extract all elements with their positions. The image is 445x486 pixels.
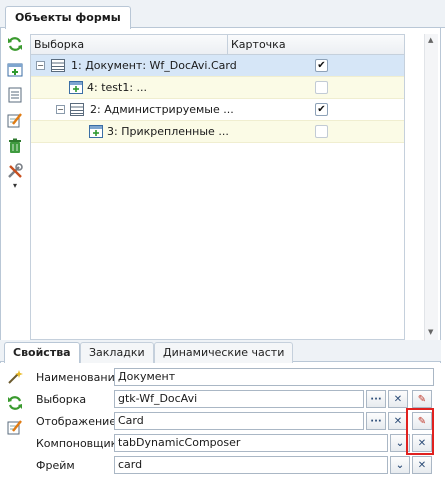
refresh-icon[interactable] [6,35,24,53]
tree-row[interactable]: − 2: Администрируемые ... ✔ [31,99,404,121]
edit-icon[interactable] [6,111,24,129]
display-clear-button[interactable]: ✕ [388,412,408,430]
refresh-icon[interactable] [7,395,23,414]
selection-clear-button[interactable]: ✕ [388,390,408,408]
clear-icon: ✕ [393,393,403,405]
column-header-selection[interactable]: Выборка [34,38,84,51]
grid-header: Выборка Карточка [31,35,404,55]
frame-clear-button[interactable]: ✕ [412,456,432,474]
selection-edit-button[interactable]: ✎ [412,390,432,408]
table-node-icon [51,59,65,72]
frame-dropdown-button[interactable]: ⌄ [390,456,410,474]
name-field[interactable]: Документ [114,368,434,386]
tab-bookmarks[interactable]: Закладки [80,342,154,363]
display-ellipsis-button[interactable]: ··· [366,412,386,430]
tree-row-label: 3: Прикрепленные ... [107,125,229,138]
card-checkbox[interactable] [315,81,328,94]
subselection-node-icon [69,81,83,94]
scroll-up-icon[interactable]: ▲ [428,36,433,44]
composer-label: Компоновщик [36,437,118,450]
clear-icon: ✕ [417,459,427,471]
composer-select[interactable]: tabDynamicComposer [114,434,388,452]
display-field[interactable]: Card [114,412,364,430]
tree-grid: Выборка Карточка − 1: Документ: Wf_DocAv… [30,34,405,340]
tab-dynamic-parts[interactable]: Динамические части [154,342,294,363]
highlight-box [406,408,434,455]
chevron-down-icon: ⌄ [395,437,405,449]
tree-row[interactable]: 4: test1: ... [31,77,404,99]
column-header-card[interactable]: Карточка [231,38,286,51]
selection-field[interactable]: gtk-Wf_DocAvi [114,390,364,408]
table-node-icon [70,103,84,116]
chevron-down-icon: ⌄ [395,459,405,471]
tab-properties[interactable]: Свойства [4,342,80,364]
selection-label: Выборка [36,393,87,406]
magic-wand-icon[interactable] [7,369,23,388]
edit-icon[interactable] [7,419,23,438]
tree-row-label: 4: test1: ... [87,81,148,94]
check-mark-icon: ✔ [317,103,326,115]
tools-icon[interactable] [6,162,24,180]
selection-ellipsis-button[interactable]: ··· [366,390,386,408]
properties-panel: Наименование Документ Выборка gtk-Wf_Doc… [0,363,441,486]
subselection-node-icon [89,125,103,138]
scroll-down-icon[interactable]: ▼ [428,328,433,336]
vertical-scrollbar[interactable]: ▲ ▼ [424,34,438,340]
tree-row[interactable]: − 1: Документ: Wf_DocAvi.Card ✔ [31,55,404,77]
collapse-icon[interactable]: − [56,105,65,114]
clear-icon: ✕ [393,415,403,427]
delete-icon[interactable] [6,137,24,155]
tree-row[interactable]: 3: Прикрепленные ... [31,121,404,143]
frame-label: Фрейм [36,459,75,472]
tree-row-label: 2: Администрируемые ... [90,103,234,116]
tab-form-objects[interactable]: Объекты формы [5,6,131,29]
toolbar-more-arrow-icon[interactable]: ▾ [6,180,24,190]
name-label: Наименование [36,371,122,384]
card-checkbox[interactable]: ✔ [315,103,328,116]
frame-select[interactable]: card [114,456,388,474]
left-toolbar: ▾ [1,29,29,190]
column-separator [227,35,228,55]
display-label: Отображение [36,415,117,428]
tree-row-label: 1: Документ: Wf_DocAvi.Card [71,59,237,72]
collapse-icon[interactable]: − [36,61,45,70]
pencil-icon: ✎ [417,393,427,405]
check-mark-icon: ✔ [317,59,326,71]
add-selection-icon[interactable] [6,61,24,79]
card-checkbox[interactable] [315,125,328,138]
card-checkbox[interactable]: ✔ [315,59,328,72]
properties-tab-bar: Свойства Закладки Динамические части [0,340,441,364]
list-icon[interactable] [6,86,24,104]
